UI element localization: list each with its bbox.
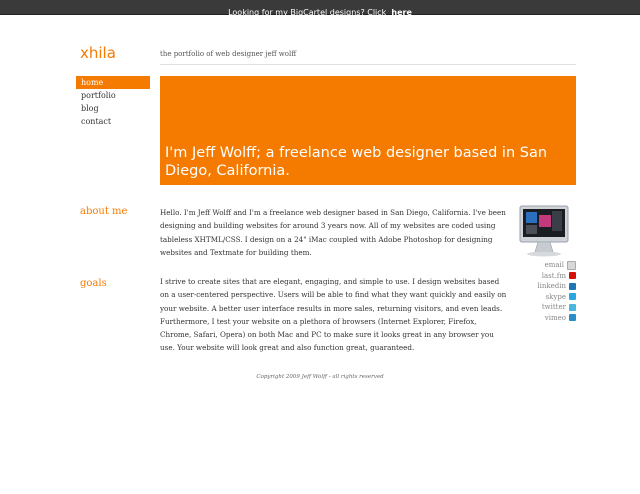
footer-copyright: Copyright 2009 Jeff Wolff - all rights r… <box>256 374 384 380</box>
vimeo-icon <box>569 314 576 322</box>
social-vimeo[interactable]: vimeo <box>520 313 576 324</box>
twitter-icon <box>569 303 576 311</box>
email-icon <box>567 260 576 270</box>
linkedin-icon <box>569 282 576 290</box>
social-label: skype <box>545 292 566 301</box>
promo-text: Looking for my BigCartel designs? Click <box>228 8 387 17</box>
lastfm-icon <box>569 272 576 280</box>
social-lastfm[interactable]: last.fm <box>520 271 576 282</box>
site-logo[interactable]: xhila <box>80 44 116 62</box>
goals-text: I strive to create sites that are elegan… <box>160 277 507 353</box>
social-links: email last.fm linkedin skype twitter vim… <box>520 260 576 323</box>
nav-item-home[interactable]: home <box>76 76 150 89</box>
hero-headline: I'm Jeff Wolff; a freelance web designer… <box>165 145 548 179</box>
social-twitter[interactable]: twitter <box>520 302 576 313</box>
social-linkedin[interactable]: linkedin <box>520 281 576 292</box>
hero-banner: I'm Jeff Wolff; a freelance web designer… <box>160 76 576 185</box>
social-label: linkedin <box>537 282 566 291</box>
social-skype[interactable]: skype <box>520 292 576 303</box>
nav-item-portfolio[interactable]: portfolio <box>76 89 150 102</box>
promo-link[interactable]: here <box>391 8 412 17</box>
nav-item-blog[interactable]: blog <box>76 102 150 115</box>
social-email[interactable]: email <box>520 260 576 271</box>
site-tagline: the portfolio of web designer jeff wolff <box>160 50 297 58</box>
social-label: email <box>544 261 564 270</box>
about-heading: about me <box>80 206 128 217</box>
social-label: twitter <box>541 303 566 312</box>
header-divider <box>160 64 576 65</box>
promo-bar: Looking for my BigCartel designs? Click … <box>0 0 640 17</box>
nav-item-contact[interactable]: contact <box>76 115 150 128</box>
social-label: last.fm <box>541 271 566 280</box>
main-nav: home portfolio blog contact <box>76 76 150 128</box>
about-text: Hello. I'm Jeff Wolff and I'm a freelanc… <box>160 208 506 257</box>
skype-icon <box>569 293 576 301</box>
goals-heading: goals <box>80 278 107 289</box>
imac-icon <box>519 205 569 257</box>
social-label: vimeo <box>544 313 566 322</box>
